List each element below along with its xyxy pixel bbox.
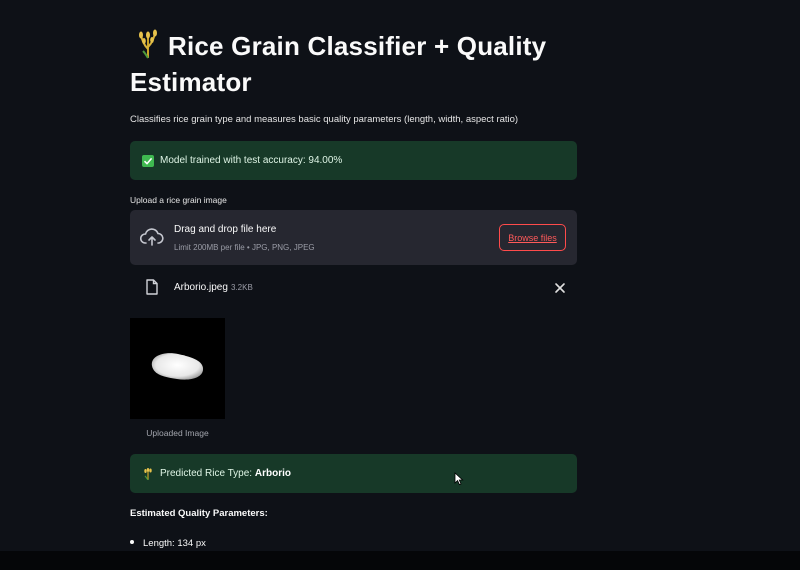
check-box-icon <box>142 154 154 167</box>
prediction-success-alert: Predicted Rice Type: Arborio <box>130 454 577 493</box>
mouse-pointer-icon <box>454 472 464 486</box>
accuracy-text: Model trained with test accuracy: 94.00% <box>160 155 343 166</box>
page-title: Rice Grain Classifier + Quality Estimato… <box>130 28 590 100</box>
page-title-text: Rice Grain Classifier + Quality Estimato… <box>130 31 547 97</box>
rice-sheaf-icon <box>139 29 157 59</box>
image-caption: Uploaded Image <box>146 428 209 438</box>
page-subtitle: Classifies rice grain type and measures … <box>130 114 519 125</box>
prediction-prefix: Predicted Rice Type: <box>160 468 253 479</box>
browse-files-button[interactable]: Browse files <box>499 224 566 251</box>
prediction-value: Arborio <box>254 468 291 479</box>
accuracy-success-alert: Model trained with test accuracy: 94.00% <box>130 141 577 180</box>
param-value: 134 px <box>177 538 206 549</box>
uploader-label: Upload a rice grain image <box>130 195 227 205</box>
cloud-upload-icon <box>140 228 164 246</box>
rice-grain-image <box>151 353 204 380</box>
bottom-bar <box>0 551 800 570</box>
param-label: Length: <box>143 538 175 549</box>
document-icon <box>146 279 158 295</box>
app-page: Rice Grain Classifier + Quality Estimato… <box>0 0 800 570</box>
bullet-icon <box>130 540 134 544</box>
file-dropzone[interactable]: Drag and drop file here Limit 200MB per … <box>130 210 577 265</box>
dropzone-title: Drag and drop file here <box>174 224 277 235</box>
quality-params-heading: Estimated Quality Parameters: <box>130 508 268 519</box>
uploaded-file-size: 3.2KB <box>231 283 253 292</box>
rice-sheaf-icon <box>144 467 152 480</box>
dropzone-limit-text: Limit 200MB per file • JPG, PNG, JPEG <box>174 243 315 252</box>
close-icon[interactable] <box>554 282 566 294</box>
uploaded-image-preview <box>130 318 225 419</box>
list-item: Length: 134 px <box>130 538 206 549</box>
uploaded-file-name: Arborio.jpeg <box>174 282 228 293</box>
uploaded-file-row: Arborio.jpeg 3.2KB <box>130 274 577 302</box>
